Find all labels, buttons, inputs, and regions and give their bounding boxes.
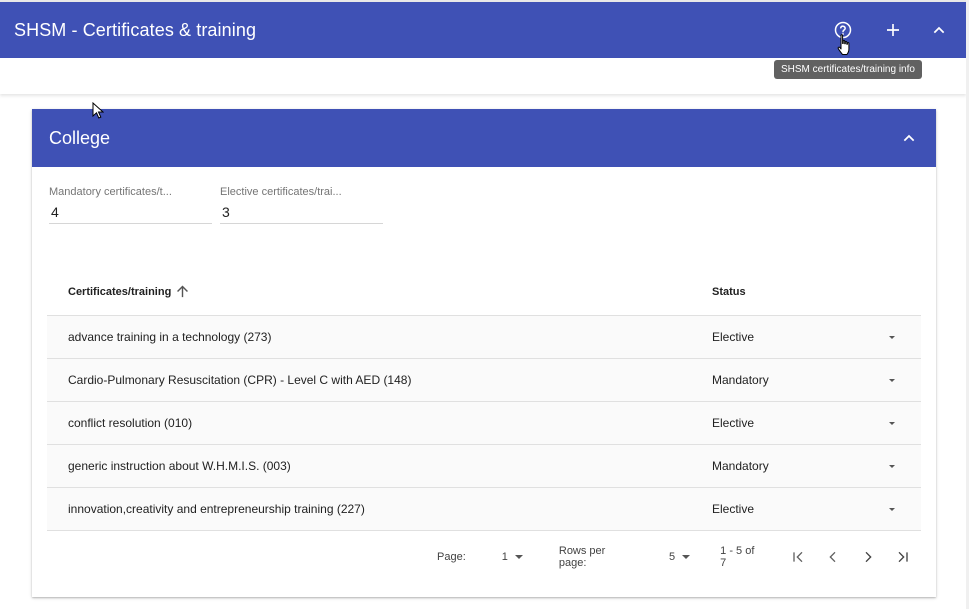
elective-count-value[interactable]: 3 bbox=[220, 198, 383, 224]
elective-count-field[interactable]: Elective certificates/trai... 3 bbox=[220, 186, 383, 224]
last-page-icon bbox=[898, 551, 909, 563]
previous-page-button[interactable] bbox=[816, 542, 851, 572]
pagination-bar: Page: 1 Rows per page: 5 1 - 5 of 7 bbox=[47, 540, 921, 574]
page-select[interactable]: 1 bbox=[502, 551, 523, 563]
page-range-text: 1 - 5 of 7 bbox=[720, 545, 755, 569]
card-title: College bbox=[49, 127, 111, 148]
first-page-icon bbox=[793, 551, 803, 563]
row-status: Elective bbox=[712, 502, 755, 516]
last-page-button[interactable] bbox=[886, 542, 921, 572]
row-menu-button[interactable] bbox=[862, 421, 921, 425]
row-status: Mandatory bbox=[712, 373, 769, 387]
rows-per-page-label: Rows per page: bbox=[558, 545, 606, 569]
caret-down-icon bbox=[888, 421, 895, 425]
certificates-table: Certificates/training Status advance tra… bbox=[47, 268, 921, 531]
mandatory-count-field[interactable]: Mandatory certificates/t... 4 bbox=[49, 186, 212, 224]
rows-per-page-select[interactable]: 5 bbox=[669, 551, 691, 563]
mandatory-count-value[interactable]: 4 bbox=[49, 198, 212, 224]
row-certificate-name: generic instruction about W.H.M.I.S. (00… bbox=[68, 459, 291, 473]
caret-down-icon bbox=[888, 335, 895, 339]
row-menu-button[interactable] bbox=[862, 335, 921, 339]
chevron-right-icon bbox=[865, 551, 872, 563]
row-status: Mandatory bbox=[712, 459, 769, 473]
column-header-certificates-label: Certificates/training bbox=[68, 285, 172, 298]
mandatory-count-label: Mandatory certificates/t... bbox=[49, 186, 172, 198]
column-header-certificates[interactable]: Certificates/training bbox=[47, 283, 712, 300]
row-certificate-name: advance training in a technology (273) bbox=[68, 330, 272, 344]
table-row[interactable]: conflict resolution (010) Elective bbox=[47, 402, 921, 445]
chevron-up-icon bbox=[903, 134, 915, 142]
column-header-status[interactable]: Status bbox=[712, 286, 862, 298]
next-page-button[interactable] bbox=[851, 542, 886, 572]
table-row[interactable]: generic instruction about W.H.M.I.S. (00… bbox=[47, 445, 921, 488]
rows-per-page-value: 5 bbox=[669, 551, 676, 563]
caret-down-icon bbox=[682, 555, 691, 559]
table-header: Certificates/training Status bbox=[47, 268, 921, 316]
caret-down-icon bbox=[888, 378, 895, 382]
table-row[interactable]: innovation,creativity and entrepreneursh… bbox=[47, 488, 921, 531]
help-tooltip: SHSM certificates/training info bbox=[774, 60, 922, 79]
help-circle-icon bbox=[834, 21, 852, 39]
collapse-section-button[interactable] bbox=[916, 7, 962, 53]
caret-down-icon bbox=[888, 464, 895, 468]
chevron-up-icon bbox=[933, 26, 945, 34]
arrow-up-icon[interactable] bbox=[174, 283, 191, 300]
card-header: College bbox=[32, 109, 936, 167]
help-button[interactable] bbox=[820, 7, 866, 53]
table-row[interactable]: Cardio-Pulmonary Resuscitation (CPR) - L… bbox=[47, 359, 921, 402]
row-certificate-name: conflict resolution (010) bbox=[68, 416, 193, 430]
row-status: Elective bbox=[712, 330, 755, 344]
first-page-button[interactable] bbox=[781, 542, 816, 572]
row-status: Elective bbox=[712, 416, 755, 430]
page-select-value: 1 bbox=[501, 551, 508, 563]
row-certificate-name: Cardio-Pulmonary Resuscitation (CPR) - L… bbox=[68, 373, 412, 387]
count-fields: Mandatory certificates/t... 4 Elective c… bbox=[49, 186, 383, 224]
row-menu-button[interactable] bbox=[862, 507, 921, 511]
row-menu-button[interactable] bbox=[862, 464, 921, 468]
chevron-left-icon bbox=[829, 551, 836, 563]
caret-down-icon bbox=[888, 507, 895, 511]
elective-count-label: Elective certificates/trai... bbox=[220, 186, 342, 198]
row-menu-button[interactable] bbox=[862, 378, 921, 382]
app-title: SHSM - Certificates & training bbox=[14, 19, 257, 40]
add-button[interactable] bbox=[870, 7, 916, 53]
card-collapse-button[interactable] bbox=[886, 115, 932, 161]
plus-icon bbox=[887, 24, 899, 36]
page-label: Page: bbox=[437, 551, 466, 563]
caret-down-icon bbox=[514, 555, 523, 559]
app-bar: SHSM - Certificates & training bbox=[0, 0, 966, 58]
table-row[interactable]: advance training in a technology (273) E… bbox=[47, 316, 921, 359]
college-card: College Mandatory certificates/t... 4 El… bbox=[32, 109, 936, 597]
row-certificate-name: innovation,creativity and entrepreneursh… bbox=[68, 502, 365, 516]
